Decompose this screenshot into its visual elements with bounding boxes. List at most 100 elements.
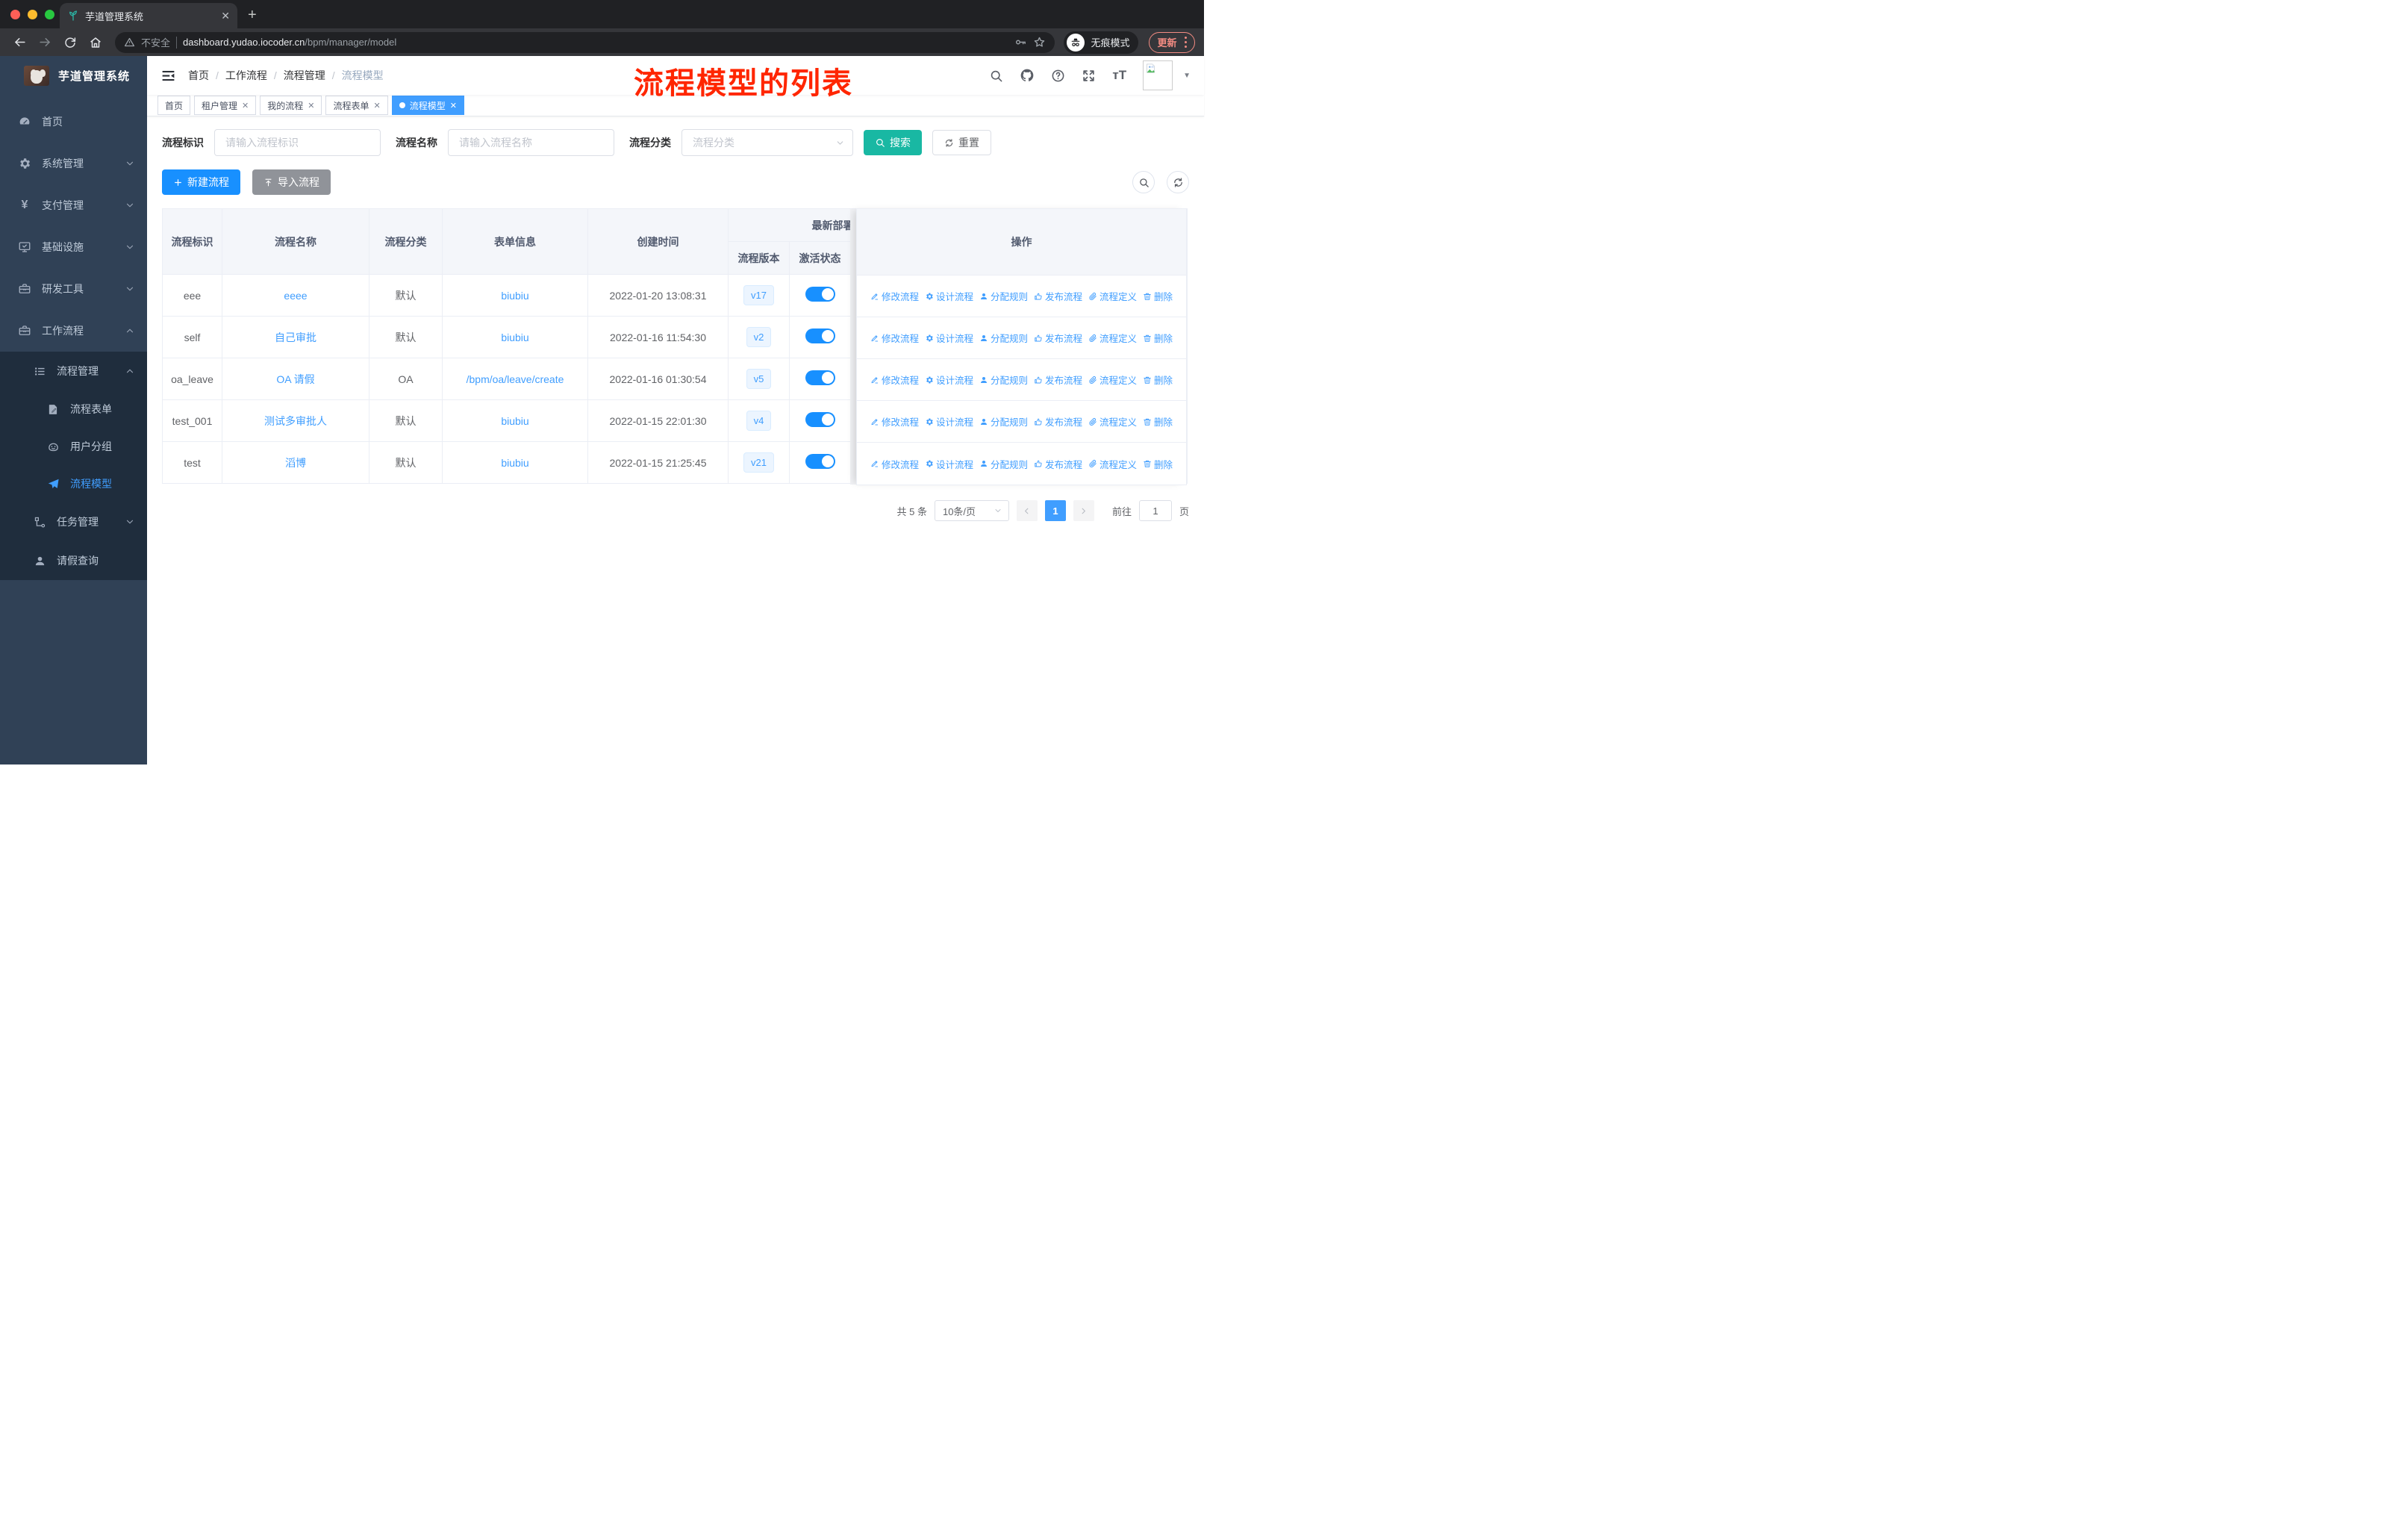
forward-button[interactable] (34, 32, 55, 53)
version-badge[interactable]: v21 (743, 452, 774, 473)
security-label[interactable]: 不安全 (141, 35, 170, 49)
sidebar-logo[interactable]: 芋道管理系统 (0, 56, 147, 95)
tag-process-form[interactable]: 流程表单 ✕ (325, 96, 388, 115)
process-name-link[interactable]: 滔博 (285, 457, 306, 469)
header-search-icon[interactable] (989, 69, 1003, 83)
modify-process-link[interactable]: 修改流程 (870, 331, 919, 345)
active-toggle[interactable] (805, 412, 835, 427)
address-bar[interactable]: 不安全 dashboard.yudao.iocoder.cn/bpm/manag… (115, 31, 1055, 53)
process-category-select[interactable]: 流程分类 (681, 129, 853, 156)
sidebar-item-system[interactable]: 系统管理 (0, 143, 147, 184)
help-icon[interactable] (1051, 69, 1065, 83)
create-process-button[interactable]: 新建流程 (162, 169, 240, 195)
url-text[interactable]: dashboard.yudao.iocoder.cn/bpm/manager/m… (183, 37, 396, 48)
close-icon[interactable]: ✕ (308, 101, 314, 110)
modify-process-link[interactable]: 修改流程 (870, 373, 919, 387)
modify-process-link[interactable]: 修改流程 (870, 457, 919, 471)
window-controls[interactable] (10, 10, 54, 19)
process-definition-link[interactable]: 流程定义 (1088, 331, 1137, 345)
font-size-icon[interactable]: ᴛT (1112, 68, 1126, 83)
tab-close-icon[interactable]: ✕ (221, 10, 230, 22)
refresh-table-button[interactable] (1167, 171, 1189, 193)
assign-rule-link[interactable]: 分配规则 (979, 414, 1028, 429)
sidebar-item-home[interactable]: 首页 (0, 101, 147, 143)
process-definition-link[interactable]: 流程定义 (1088, 414, 1137, 429)
sidebar-item-task-mgmt[interactable]: 任务管理 (0, 502, 147, 541)
form-info-link[interactable]: biubiu (501, 457, 528, 469)
sidebar-item-user-group[interactable]: 用户分组 (0, 428, 147, 465)
delete-link[interactable]: 删除 (1143, 331, 1173, 345)
modify-process-link[interactable]: 修改流程 (870, 289, 919, 303)
assign-rule-link[interactable]: 分配规则 (979, 331, 1028, 345)
assign-rule-link[interactable]: 分配规则 (979, 457, 1028, 471)
design-process-link[interactable]: 设计流程 (925, 457, 973, 471)
process-name-link[interactable]: eeee (284, 290, 307, 302)
browser-tab[interactable]: 芋道管理系统 ✕ (60, 3, 237, 28)
design-process-link[interactable]: 设计流程 (925, 331, 973, 345)
reload-button[interactable] (60, 32, 81, 53)
sidebar-item-process-form[interactable]: 流程表单 (0, 390, 147, 428)
sidebar-item-process-mgmt[interactable]: 流程管理 (0, 352, 147, 390)
tag-home[interactable]: 首页 (157, 96, 191, 115)
delete-link[interactable]: 删除 (1143, 373, 1173, 387)
design-process-link[interactable]: 设计流程 (925, 373, 973, 387)
github-icon[interactable] (1020, 68, 1035, 83)
tag-tenant[interactable]: 租户管理 ✕ (194, 96, 257, 115)
sidebar-item-leave-query[interactable]: 请假查询 (0, 541, 147, 580)
process-definition-link[interactable]: 流程定义 (1088, 457, 1137, 471)
version-badge[interactable]: v17 (743, 285, 774, 305)
sidebar-fold-icon[interactable] (160, 68, 176, 84)
form-info-link[interactable]: biubiu (501, 290, 528, 302)
close-icon[interactable]: ✕ (242, 101, 249, 110)
avatar[interactable] (1143, 60, 1173, 90)
home-button[interactable] (85, 32, 106, 53)
sidebar-item-pay[interactable]: ¥ 支付管理 (0, 184, 147, 226)
fullscreen-icon[interactable] (1082, 69, 1096, 83)
assign-rule-link[interactable]: 分配规则 (979, 289, 1028, 303)
publish-process-link[interactable]: 发布流程 (1034, 331, 1082, 345)
bookmark-star-icon[interactable] (1033, 36, 1046, 49)
version-badge[interactable]: v2 (746, 327, 772, 347)
active-toggle[interactable] (805, 454, 835, 469)
process-name-link[interactable]: 自己审批 (275, 331, 316, 343)
import-process-button[interactable]: 导入流程 (252, 169, 331, 195)
process-definition-link[interactable]: 流程定义 (1088, 373, 1137, 387)
table-scrollbar-lane[interactable] (850, 209, 856, 485)
version-badge[interactable]: v4 (746, 411, 772, 431)
publish-process-link[interactable]: 发布流程 (1034, 373, 1082, 387)
browser-menu-icon[interactable] (1184, 36, 1187, 49)
tag-my-process[interactable]: 我的流程 ✕ (260, 96, 322, 115)
close-icon[interactable]: ✕ (450, 101, 457, 110)
process-name-link[interactable]: OA 请假 (276, 373, 314, 385)
active-toggle[interactable] (805, 370, 835, 385)
zoom-window-button[interactable] (45, 10, 54, 19)
current-page-button[interactable]: 1 (1044, 500, 1066, 521)
modify-process-link[interactable]: 修改流程 (870, 414, 919, 429)
sidebar-item-devtools[interactable]: 研发工具 (0, 268, 147, 310)
search-button[interactable]: 搜索 (864, 130, 922, 155)
delete-link[interactable]: 删除 (1143, 289, 1173, 303)
sidebar-item-process-model[interactable]: 流程模型 (0, 465, 147, 502)
breadcrumb-workflow[interactable]: 工作流程 (225, 68, 267, 83)
design-process-link[interactable]: 设计流程 (925, 414, 973, 429)
sidebar-item-infra[interactable]: 基础设施 (0, 226, 147, 268)
process-definition-link[interactable]: 流程定义 (1088, 289, 1137, 303)
sidebar-item-workflow[interactable]: 工作流程 (0, 310, 147, 352)
assign-rule-link[interactable]: 分配规则 (979, 373, 1028, 387)
form-info-link[interactable]: biubiu (501, 331, 528, 343)
process-name-link[interactable]: 测试多审批人 (264, 415, 327, 427)
publish-process-link[interactable]: 发布流程 (1034, 289, 1082, 303)
next-page-button[interactable] (1073, 500, 1094, 521)
minimize-window-button[interactable] (28, 10, 37, 19)
version-badge[interactable]: v5 (746, 369, 772, 389)
publish-process-link[interactable]: 发布流程 (1034, 414, 1082, 429)
delete-link[interactable]: 删除 (1143, 414, 1173, 429)
prev-page-button[interactable] (1016, 500, 1038, 521)
process-key-input[interactable] (214, 129, 381, 156)
new-tab-button[interactable]: + (248, 7, 257, 28)
close-icon[interactable]: ✕ (374, 101, 381, 110)
back-button[interactable] (9, 32, 30, 53)
active-toggle[interactable] (805, 328, 835, 343)
browser-update-button[interactable]: 更新 (1149, 31, 1195, 53)
toggle-search-button[interactable] (1132, 171, 1155, 193)
